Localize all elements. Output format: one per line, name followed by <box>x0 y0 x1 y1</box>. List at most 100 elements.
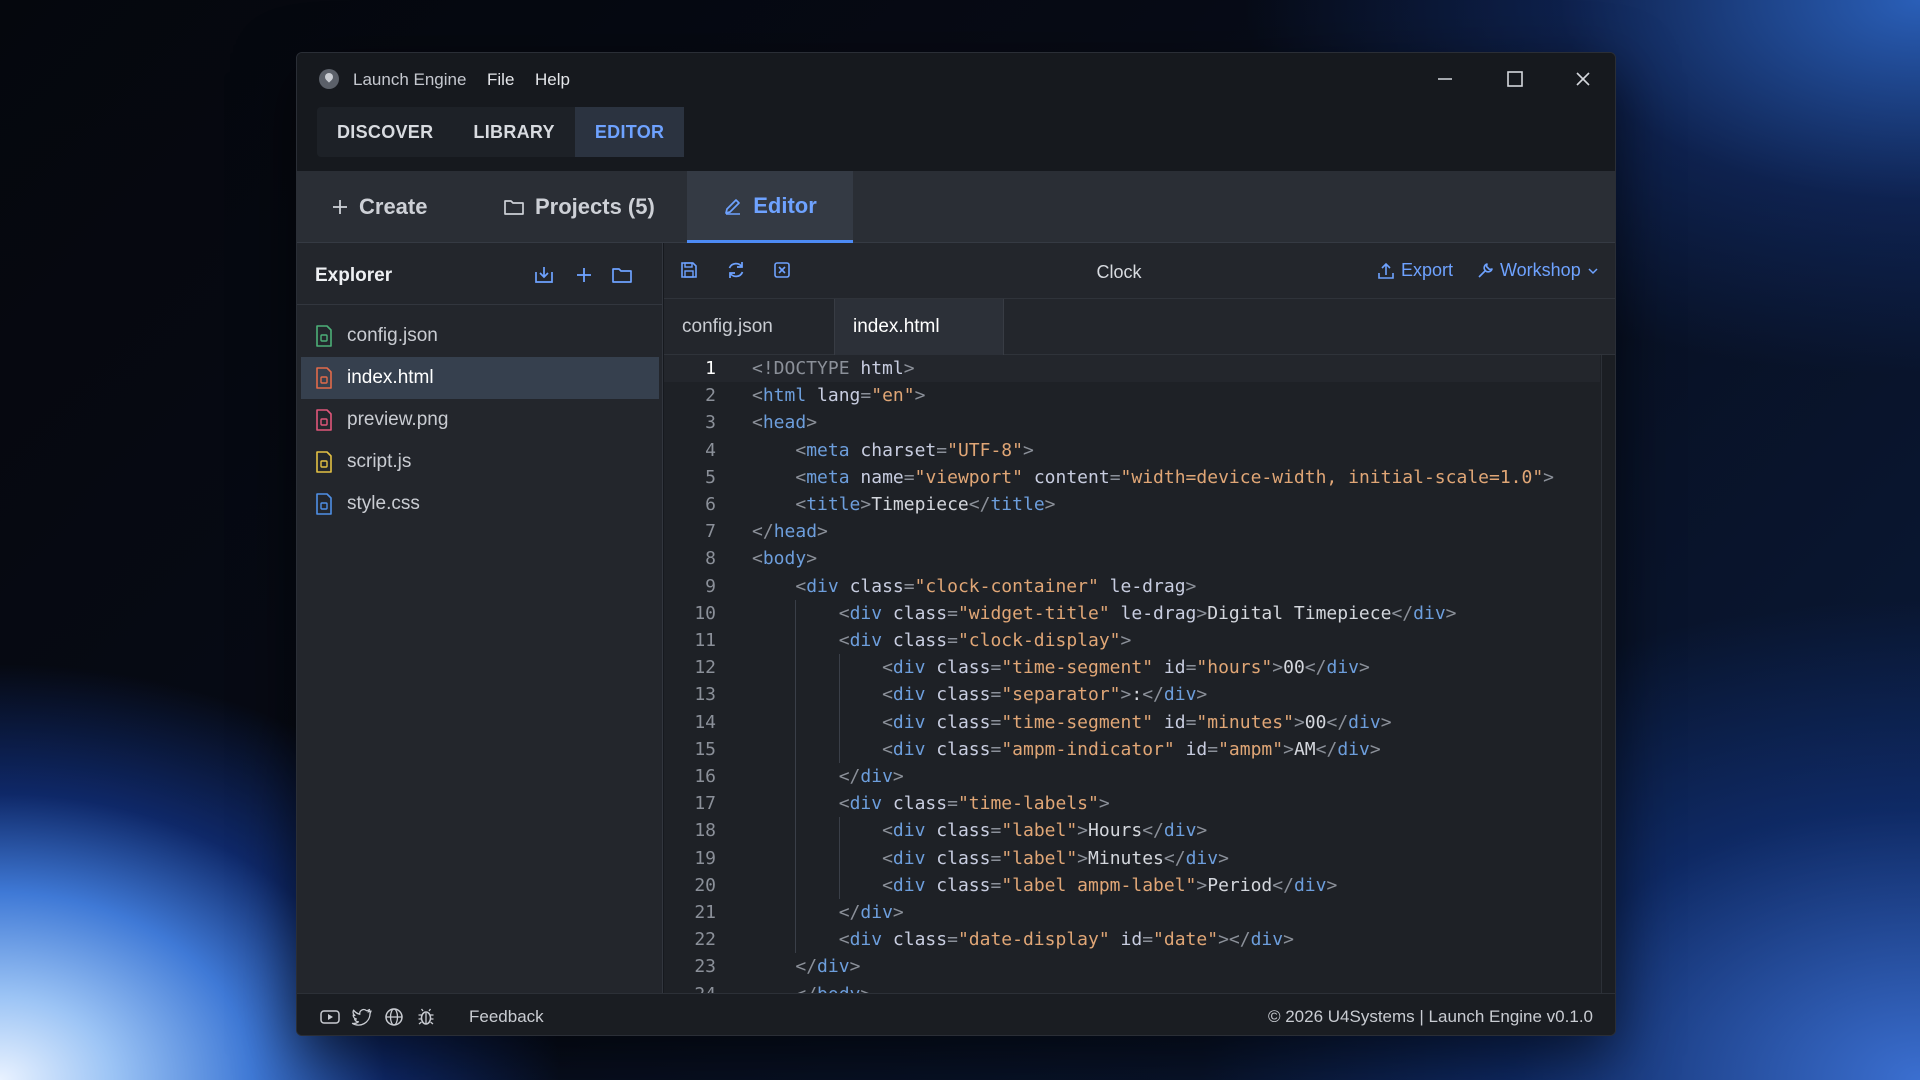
line-text: <div class="date-display" id="date"></di… <box>838 929 1294 951</box>
indent-guide <box>838 735 840 763</box>
line-text: <title>Timepiece</title> <box>795 494 1056 515</box>
tab-library[interactable]: LIBRARY <box>453 107 574 157</box>
code-line: 17 <div class="time-labels"> <box>664 790 1600 817</box>
pencil-icon <box>725 198 741 215</box>
export-label: Export <box>1401 260 1454 280</box>
line-number: 9 <box>705 575 716 597</box>
line-number: 17 <box>694 793 716 815</box>
line-text: <body> <box>752 548 818 570</box>
tab-discover[interactable]: DISCOVER <box>317 107 453 157</box>
maximize-icon[interactable] <box>1503 67 1527 91</box>
line-number: 23 <box>694 956 716 978</box>
code-line: 19 <div class="label">Minutes</div> <box>664 845 1600 872</box>
file-name: index.html <box>347 367 434 388</box>
indent-guide <box>838 681 840 709</box>
file-tab-config[interactable]: config.json <box>664 299 834 355</box>
tab-editor[interactable]: EDITOR <box>574 107 685 157</box>
line-text: <!DOCTYPE html> <box>752 358 915 379</box>
chevron-down-icon <box>1588 267 1598 274</box>
file-item-style-css[interactable]: style.css <box>301 483 659 525</box>
file-name: config.json <box>347 325 438 346</box>
export-button[interactable]: Export <box>1377 260 1453 281</box>
line-number: 19 <box>694 847 716 869</box>
code-line: 9 <div class="clock-container" le-drag> <box>664 573 1600 600</box>
indent-guide <box>795 817 797 845</box>
projects-label: Projects (5) <box>535 194 655 219</box>
line-number: 12 <box>694 657 716 679</box>
new-file-icon[interactable] <box>573 264 595 286</box>
line-text: <div class="time-segment" id="hours">00<… <box>882 657 1370 679</box>
editor-toolbar: Clock Export Workshop <box>664 243 1615 299</box>
code-line: 24 </body> <box>664 981 1600 993</box>
line-text: </body> <box>795 981 871 993</box>
line-number: 24 <box>664 981 716 993</box>
code-line: 13 <div class="separator">:</div> <box>664 681 1600 708</box>
line-number: 21 <box>694 902 716 923</box>
code-line: 8 <body> <box>664 545 1600 572</box>
indent-guide <box>795 844 797 872</box>
line-number: 1 <box>705 358 716 379</box>
close-icon[interactable] <box>1571 67 1595 91</box>
code-line: 22 <div class="date-display" id="date"></… <box>664 926 1600 953</box>
code-line: 2 <html lang="en"> <box>664 382 1600 409</box>
file-item-config-json[interactable]: config.json <box>301 315 659 357</box>
line-number: 18 <box>694 820 716 842</box>
code-line: 12 <div class="time-segment" id="hours">0… <box>664 654 1600 681</box>
code-line: 1 <!DOCTYPE html> <box>664 355 1600 382</box>
line-text: <div class="clock-container" le-drag> <box>795 575 1197 597</box>
line-number: 22 <box>694 929 716 951</box>
vertical-scrollbar[interactable] <box>1601 355 1615 993</box>
menu-file[interactable]: File <box>487 70 514 90</box>
code-line: 16 </div> <box>664 763 1600 790</box>
close-file-icon[interactable] <box>771 259 793 281</box>
indent-guide <box>795 708 797 736</box>
create-button[interactable]: Create <box>331 171 427 243</box>
indent-guide <box>838 844 840 872</box>
line-number: 3 <box>705 412 716 434</box>
line-number: 5 <box>705 466 716 488</box>
twitter-icon[interactable] <box>351 1006 373 1028</box>
line-text: <div class="time-segment" id="minutes">0… <box>882 711 1392 733</box>
open-folder-icon[interactable] <box>611 264 633 286</box>
code-line: 11 <div class="clock-display"> <box>664 627 1600 654</box>
code-line: 15 <div class="ampm-indicator" id="ampm">… <box>664 736 1600 763</box>
globe-icon[interactable] <box>383 1006 405 1028</box>
plus-icon <box>333 200 347 214</box>
editor-area: Clock Export Workshop config.json index.… <box>664 243 1615 993</box>
menu-help[interactable]: Help <box>535 70 570 90</box>
line-number: 14 <box>694 711 716 733</box>
explorer-panel: Explorer config.json index.html preview.pn… <box>297 243 663 993</box>
workshop-dropdown[interactable]: Workshop <box>1476 260 1599 281</box>
line-number: 2 <box>705 385 716 407</box>
file-item-preview-png[interactable]: preview.png <box>301 399 659 441</box>
bug-icon[interactable] <box>415 1006 437 1028</box>
file-tab-index[interactable]: index.html <box>834 299 1004 355</box>
minimize-icon[interactable] <box>1433 67 1457 91</box>
file-item-script-js[interactable]: script.js <box>301 441 659 483</box>
folder-icon <box>504 200 524 215</box>
import-icon[interactable] <box>533 264 555 286</box>
projects-button[interactable]: Projects (5) <box>503 171 655 243</box>
code-line: 14 <div class="time-segment" id="minutes"… <box>664 709 1600 736</box>
line-number: 8 <box>705 548 716 570</box>
indent-guide <box>795 654 797 682</box>
document-title: Clock <box>1096 262 1142 282</box>
file-icon <box>316 451 332 473</box>
copyright-text: © 2026 U4Systems | Launch Engine v0.1.0 <box>1267 1007 1593 1026</box>
file-item-index-html[interactable]: index.html <box>301 357 659 399</box>
line-text: <div class="label ampm-label">Period</di… <box>882 874 1338 896</box>
indent-guide <box>838 708 840 736</box>
line-text: <html lang="en"> <box>752 385 926 407</box>
indent-guide <box>795 871 797 899</box>
refresh-icon[interactable] <box>725 259 747 281</box>
code-line: 20 <div class="label ampm-label">Period</… <box>664 872 1600 899</box>
line-number: 13 <box>694 684 716 706</box>
save-icon[interactable] <box>678 259 700 281</box>
feedback-link[interactable]: Feedback <box>469 1007 544 1027</box>
file-name: preview.png <box>347 409 449 430</box>
line-text: <div class="separator">:</div> <box>882 684 1208 706</box>
editor-button[interactable]: Editor <box>687 171 853 243</box>
youtube-icon[interactable] <box>319 1006 341 1028</box>
file-icon <box>316 409 332 431</box>
code-editor[interactable]: 1 <!DOCTYPE html> 2 <html lang="en"> 3 <head>… <box>664 355 1600 993</box>
